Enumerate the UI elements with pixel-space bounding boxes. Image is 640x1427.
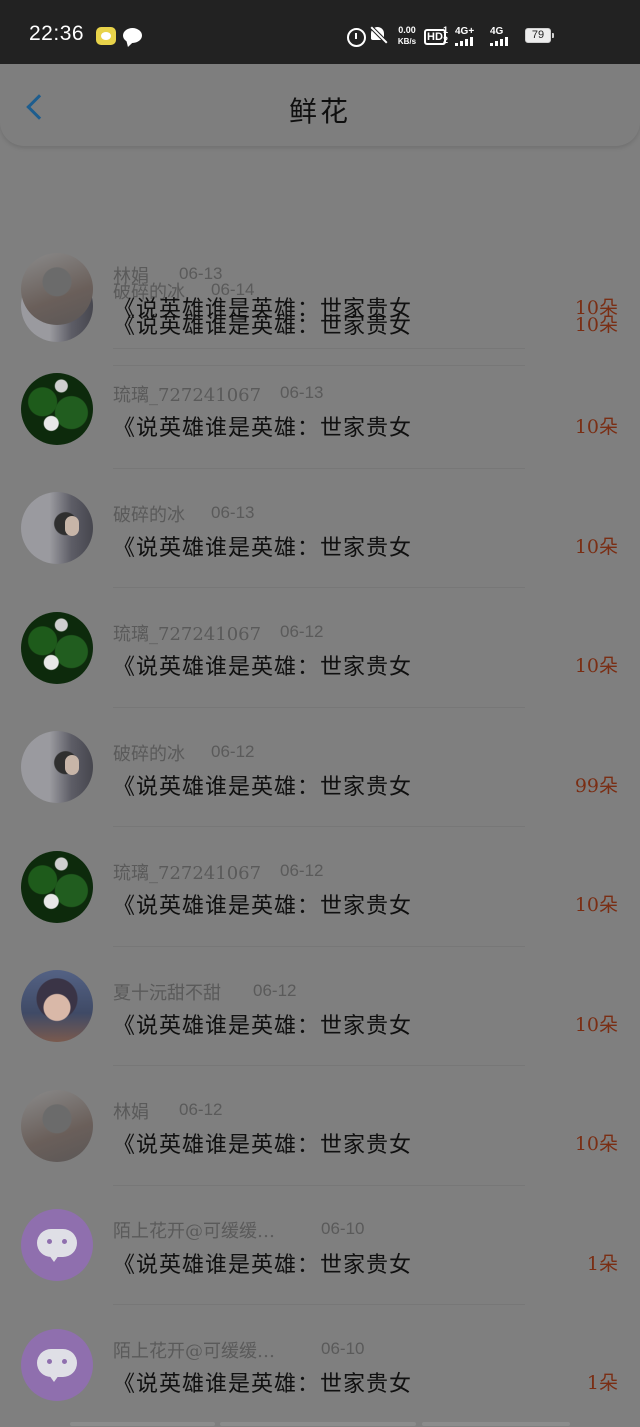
sim-indicator: 1 2 <box>443 25 448 45</box>
network-speed: 0.00 KB/s <box>394 25 420 47</box>
avatar[interactable] <box>21 731 93 803</box>
gift-date: 06-12 <box>211 742 255 761</box>
divider <box>113 1185 525 1186</box>
page-header: 鲜花 <box>0 64 640 146</box>
divider <box>113 707 525 708</box>
network-speed-unit: KB/s <box>397 37 417 46</box>
divider <box>113 587 525 588</box>
flower-count: 10朵 <box>574 1133 618 1155</box>
sender-name: 琉璃_727241067 <box>113 385 262 406</box>
gift-date: 06-12 <box>179 1100 223 1119</box>
alarm-icon <box>347 28 366 47</box>
mute-icon <box>370 26 388 44</box>
avatar[interactable] <box>21 492 93 564</box>
gesture-bar <box>0 1420 640 1427</box>
avatar[interactable] <box>21 1329 93 1401</box>
page-title: 鲜花 <box>288 95 351 128</box>
flower-count: 99朵 <box>574 775 618 797</box>
sim2-label: 2 <box>443 35 449 45</box>
flower-count: 10朵 <box>574 655 618 677</box>
flower-count: 10朵 <box>574 1014 618 1036</box>
sender-name: 破碎的冰 <box>113 744 185 765</box>
app-notification-icon <box>96 27 116 45</box>
gift-date: 06-10 <box>321 1219 365 1238</box>
gift-date: 06-12 <box>280 622 324 641</box>
divider <box>113 826 525 827</box>
message-icon <box>123 28 142 43</box>
divider <box>113 1304 525 1305</box>
avatar[interactable] <box>21 1090 93 1162</box>
sim1-label: 1 <box>443 25 449 35</box>
sender-name: 夏十沅甜不甜 <box>113 983 221 1004</box>
avatar[interactable] <box>21 373 93 445</box>
divider <box>113 365 525 366</box>
flower-count: 10朵 <box>574 297 618 319</box>
avatar[interactable] <box>21 851 93 923</box>
sender-name: 陌上花开@可缓缓… <box>113 1341 275 1362</box>
flower-count: 10朵 <box>574 894 618 916</box>
book-title: 《说英雄谁是英雄：世家贵女 <box>113 894 413 919</box>
book-title: 《说英雄谁是英雄：世家贵女 <box>113 1014 413 1039</box>
gift-date: 06-12 <box>253 981 297 1000</box>
divider <box>113 468 525 469</box>
avatar[interactable] <box>21 253 93 325</box>
flower-count: 10朵 <box>574 416 618 438</box>
avatar[interactable] <box>21 1209 93 1281</box>
battery-icon: 79 <box>525 28 554 43</box>
sender-name: 陌上花开@可缓缓… <box>113 1221 275 1242</box>
divider <box>113 946 525 947</box>
gift-date: 06-13 <box>211 503 255 522</box>
list-item[interactable]: 破碎的冰 06-14 《说英雄谁是英雄：世家贵女 10朵 <box>0 136 640 366</box>
sender-name: 破碎的冰 <box>113 505 185 526</box>
network-speed-value: 0.00 <box>398 25 416 35</box>
avatar[interactable] <box>21 970 93 1042</box>
book-title: 《说英雄谁是英雄：世家贵女 <box>113 1372 413 1397</box>
book-title: 《说英雄谁是英雄：世家贵女 <box>113 1133 413 1158</box>
sender-name: 林娟 <box>113 1102 149 1123</box>
book-title: 《说英雄谁是英雄：世家贵女 <box>113 536 413 561</box>
gift-date: 06-13 <box>179 264 223 283</box>
book-title: 《说英雄谁是英雄：世家贵女 <box>113 297 413 322</box>
divider <box>113 1065 525 1066</box>
book-title: 《说英雄谁是英雄：世家贵女 <box>113 655 413 680</box>
gift-date: 06-10 <box>321 1339 365 1358</box>
book-title: 《说英雄谁是英雄：世家贵女 <box>113 416 413 441</box>
gift-date: 06-12 <box>280 861 324 880</box>
flower-count: 1朵 <box>586 1253 618 1275</box>
flower-count: 10朵 <box>574 536 618 558</box>
sender-name: 林娟 <box>113 266 149 287</box>
book-title: 《说英雄谁是英雄：世家贵女 <box>113 775 413 800</box>
flower-count: 1朵 <box>586 1372 618 1394</box>
status-bar: 22:36 0.00 KB/s HD 1 2 4G+ 4G 79 <box>0 0 640 64</box>
gift-date: 06-13 <box>280 383 324 402</box>
divider <box>113 348 525 349</box>
book-title: 《说英雄谁是英雄：世家贵女 <box>113 1253 413 1278</box>
avatar[interactable] <box>21 612 93 684</box>
sender-name: 琉璃_727241067 <box>113 624 262 645</box>
status-time: 22:36 <box>29 22 85 45</box>
sender-name: 琉璃_727241067 <box>113 863 262 884</box>
